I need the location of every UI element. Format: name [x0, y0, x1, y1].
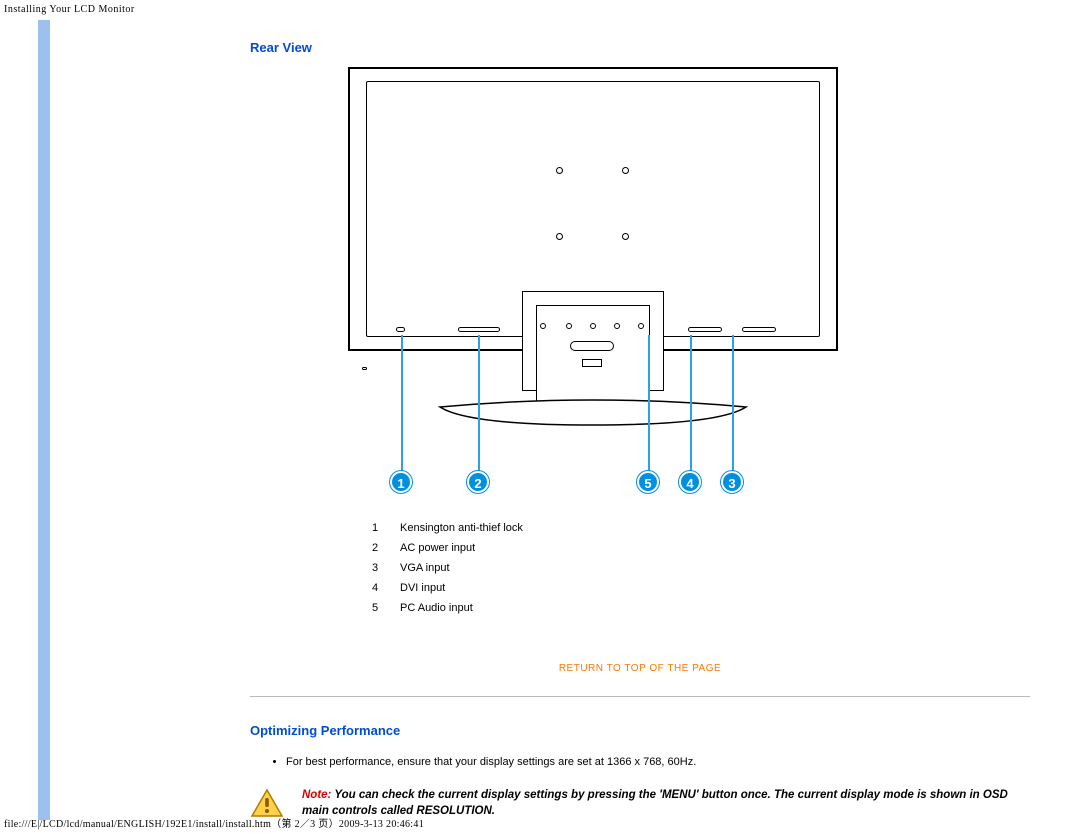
port-row	[536, 323, 650, 343]
main-content: Rear View	[250, 40, 1030, 821]
table-row: 2AC power input	[372, 539, 533, 557]
callout-line	[648, 335, 650, 473]
callout-line	[478, 335, 480, 473]
page-header: Installing Your LCD Monitor	[4, 4, 135, 15]
indicator-icon	[362, 367, 367, 370]
list-item: For best performance, ensure that your d…	[286, 756, 1030, 768]
vesa-hole-icon	[556, 167, 563, 174]
divider	[250, 696, 1030, 697]
monitor-base	[438, 399, 748, 419]
vesa-hole-icon	[556, 233, 563, 240]
port-slot-icon	[688, 327, 722, 332]
monitor-stand-inner	[536, 305, 650, 403]
vesa-hole-icon	[622, 233, 629, 240]
table-row: 3VGA input	[372, 559, 533, 577]
callout-line	[690, 335, 692, 473]
footer-path: file:///E|/LCD/lcd/manual/ENGLISH/192E1/…	[4, 815, 424, 830]
rear-view-diagram: 1 2 5 4 3	[338, 67, 858, 503]
callout-badge: 1	[390, 471, 412, 493]
ac-inlet-icon	[458, 327, 500, 332]
port-slot-icon	[742, 327, 776, 332]
kensington-slot-icon	[396, 327, 405, 332]
vesa-hole-icon	[622, 167, 629, 174]
table-row: 5PC Audio input	[372, 599, 533, 617]
callout-line	[401, 335, 403, 473]
legend-table: 1Kensington anti-thief lock 2AC power in…	[370, 517, 535, 619]
note-prefix: Note:	[302, 789, 331, 801]
table-row: 4DVI input	[372, 579, 533, 597]
bullet-list: For best performance, ensure that your d…	[286, 756, 1030, 768]
table-row: 1Kensington anti-thief lock	[372, 519, 533, 537]
callout-line	[732, 335, 734, 473]
callout-badge: 5	[637, 471, 659, 493]
callout-badge: 3	[721, 471, 743, 493]
return-to-top-link[interactable]: RETURN TO TOP OF THE PAGE	[250, 663, 1030, 674]
note-body: You can check the current display settin…	[302, 789, 1008, 817]
callout-badge: 4	[679, 471, 701, 493]
heading-rear-view: Rear View	[250, 40, 1030, 55]
callout-badge: 2	[467, 471, 489, 493]
sidebar-stripe	[38, 20, 50, 820]
heading-optimizing: Optimizing Performance	[250, 723, 1030, 738]
